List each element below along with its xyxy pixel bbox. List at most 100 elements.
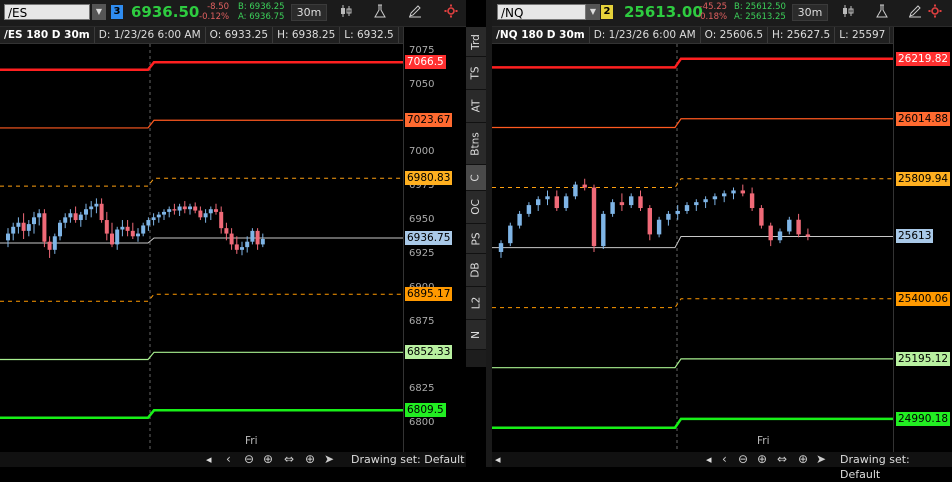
ask-price: A: 25613.25 (734, 12, 786, 22)
side-tab-c[interactable]: C (466, 165, 486, 191)
pan-icon[interactable]: ⇔ (284, 452, 294, 467)
zoom-in-icon[interactable]: ⊕ (263, 452, 273, 467)
candle-body (234, 244, 239, 250)
side-tab-n[interactable]: N (466, 320, 486, 350)
candle-body (136, 233, 140, 237)
lower-band-2-line (492, 358, 893, 369)
candle-body (177, 206, 182, 211)
drawing-set-selector[interactable]: Drawing set: Default (840, 452, 952, 482)
side-tab-oc[interactable]: OC (466, 191, 486, 224)
price-plot[interactable] (0, 27, 403, 467)
side-tab-ts[interactable]: TS (466, 57, 486, 90)
symbol-input[interactable]: /ES (4, 4, 90, 20)
zoom-out-icon[interactable]: ⊖ (738, 452, 748, 467)
collapse-icon[interactable]: ‹ (722, 452, 727, 467)
candle-body (250, 230, 255, 242)
pencil-icon[interactable] (405, 4, 425, 22)
side-tab-label: N (469, 330, 482, 339)
candle-body (11, 226, 16, 234)
symbol-input[interactable]: /NQ (497, 4, 586, 20)
pencil-icon[interactable] (905, 4, 925, 22)
aggregation-selector[interactable]: 30m (291, 4, 327, 21)
link-color-badge[interactable]: 2 (601, 5, 613, 19)
candle-body (32, 217, 36, 225)
upper-band-2-price-label: 26014.88 (896, 111, 951, 126)
candle-body (219, 211, 224, 229)
candle-body (777, 231, 783, 241)
zoom-out-icon[interactable]: ⊖ (244, 452, 254, 467)
drawing-set-selector[interactable]: Drawing set: Default (351, 452, 464, 467)
candle-body (582, 184, 587, 188)
y-tick-label: 7050 (409, 78, 435, 90)
aggregation-selector[interactable]: 30m (792, 4, 828, 21)
lower-band-3-price-label: 6809.5 (405, 403, 446, 418)
cursor-icon[interactable]: ➤ (324, 452, 334, 467)
candle-body (536, 199, 541, 206)
y-tick-label: 6950 (409, 214, 435, 226)
link-color-badge[interactable]: 3 (111, 5, 123, 19)
candle-body (188, 206, 192, 210)
side-tab-label: Trd (469, 33, 482, 50)
flask-icon[interactable] (872, 4, 892, 22)
side-tab-ps[interactable]: PS (466, 224, 486, 254)
scroll-left-button-2[interactable]: ◂ (706, 452, 712, 467)
candle-body (545, 196, 550, 200)
y-tick-label: 6825 (409, 383, 435, 395)
candle-body (94, 203, 99, 207)
y-tick-label: 6800 (409, 417, 435, 429)
candle-body (787, 219, 792, 232)
flask-icon[interactable] (370, 4, 390, 22)
side-tab-label: PS (470, 232, 482, 245)
y-tick-label: 7000 (409, 146, 435, 158)
pan-icon[interactable]: ⇔ (777, 452, 787, 467)
candle-body (16, 222, 21, 227)
candle-body (675, 210, 680, 214)
candle-body (104, 220, 109, 234)
bid-price: B: 6936.25 (238, 2, 285, 12)
axis-separator (893, 27, 894, 467)
candle-body (666, 213, 671, 220)
mid-price-label: 25613 (896, 229, 934, 244)
side-tab-db[interactable]: DB (466, 254, 486, 287)
side-tab-l2[interactable]: L2 (466, 287, 486, 320)
collapse-icon[interactable]: ‹ (226, 452, 231, 467)
gear-icon[interactable] (925, 4, 945, 22)
crosshair-icon[interactable]: ⊕ (305, 452, 315, 467)
side-tab-trd[interactable]: Trd (466, 27, 486, 57)
axis-separator (403, 27, 404, 467)
price-plot[interactable] (492, 27, 893, 467)
candle-body (99, 203, 104, 221)
percent-change: -0.18% (697, 12, 728, 22)
candle-body (240, 247, 244, 250)
candle-body (73, 213, 78, 221)
zoom-in-icon[interactable]: ⊕ (757, 452, 767, 467)
candle-body (151, 217, 156, 221)
scroll-left-button[interactable]: ◂ (206, 452, 212, 467)
last-price: 6936.50 (131, 3, 200, 21)
symbol-dropdown-button[interactable]: ▼ (92, 4, 106, 20)
side-tab-strip: Trd TS AT Btns C OC PS DB L2 N (466, 27, 486, 367)
right-chart-panel[interactable]: /NQ 180 D 30m D: 1/23/26 6:00 AM O: 2560… (492, 27, 952, 467)
candle-body (610, 202, 615, 214)
candle-icon[interactable] (336, 4, 356, 22)
candle-body (78, 214, 83, 221)
side-tab-at[interactable]: AT (466, 90, 486, 123)
candle-body (647, 208, 652, 235)
symbol-dropdown-button[interactable]: ▼ (586, 4, 600, 20)
candle-body (21, 222, 26, 231)
cursor-icon[interactable]: ➤ (816, 452, 826, 467)
candle-body (198, 210, 203, 218)
candle-body (125, 226, 130, 231)
scroll-left-button[interactable]: ◂ (495, 452, 501, 467)
gear-icon[interactable] (441, 4, 461, 22)
upper-band-3-price-label: 26219.82 (896, 51, 951, 66)
left-chart-panel[interactable]: /ES 180 D 30m D: 1/23/26 6:00 AM O: 6933… (0, 27, 466, 467)
candle-body (47, 241, 52, 250)
candle-body (703, 199, 708, 203)
side-tab-btns[interactable]: Btns (466, 123, 486, 165)
candle-body (193, 206, 198, 211)
upper-band-1-line (0, 177, 403, 187)
candle-icon[interactable] (838, 4, 858, 22)
crosshair-icon[interactable]: ⊕ (798, 452, 808, 467)
bid-ask: B: 6936.25 A: 6936.75 (238, 2, 285, 22)
